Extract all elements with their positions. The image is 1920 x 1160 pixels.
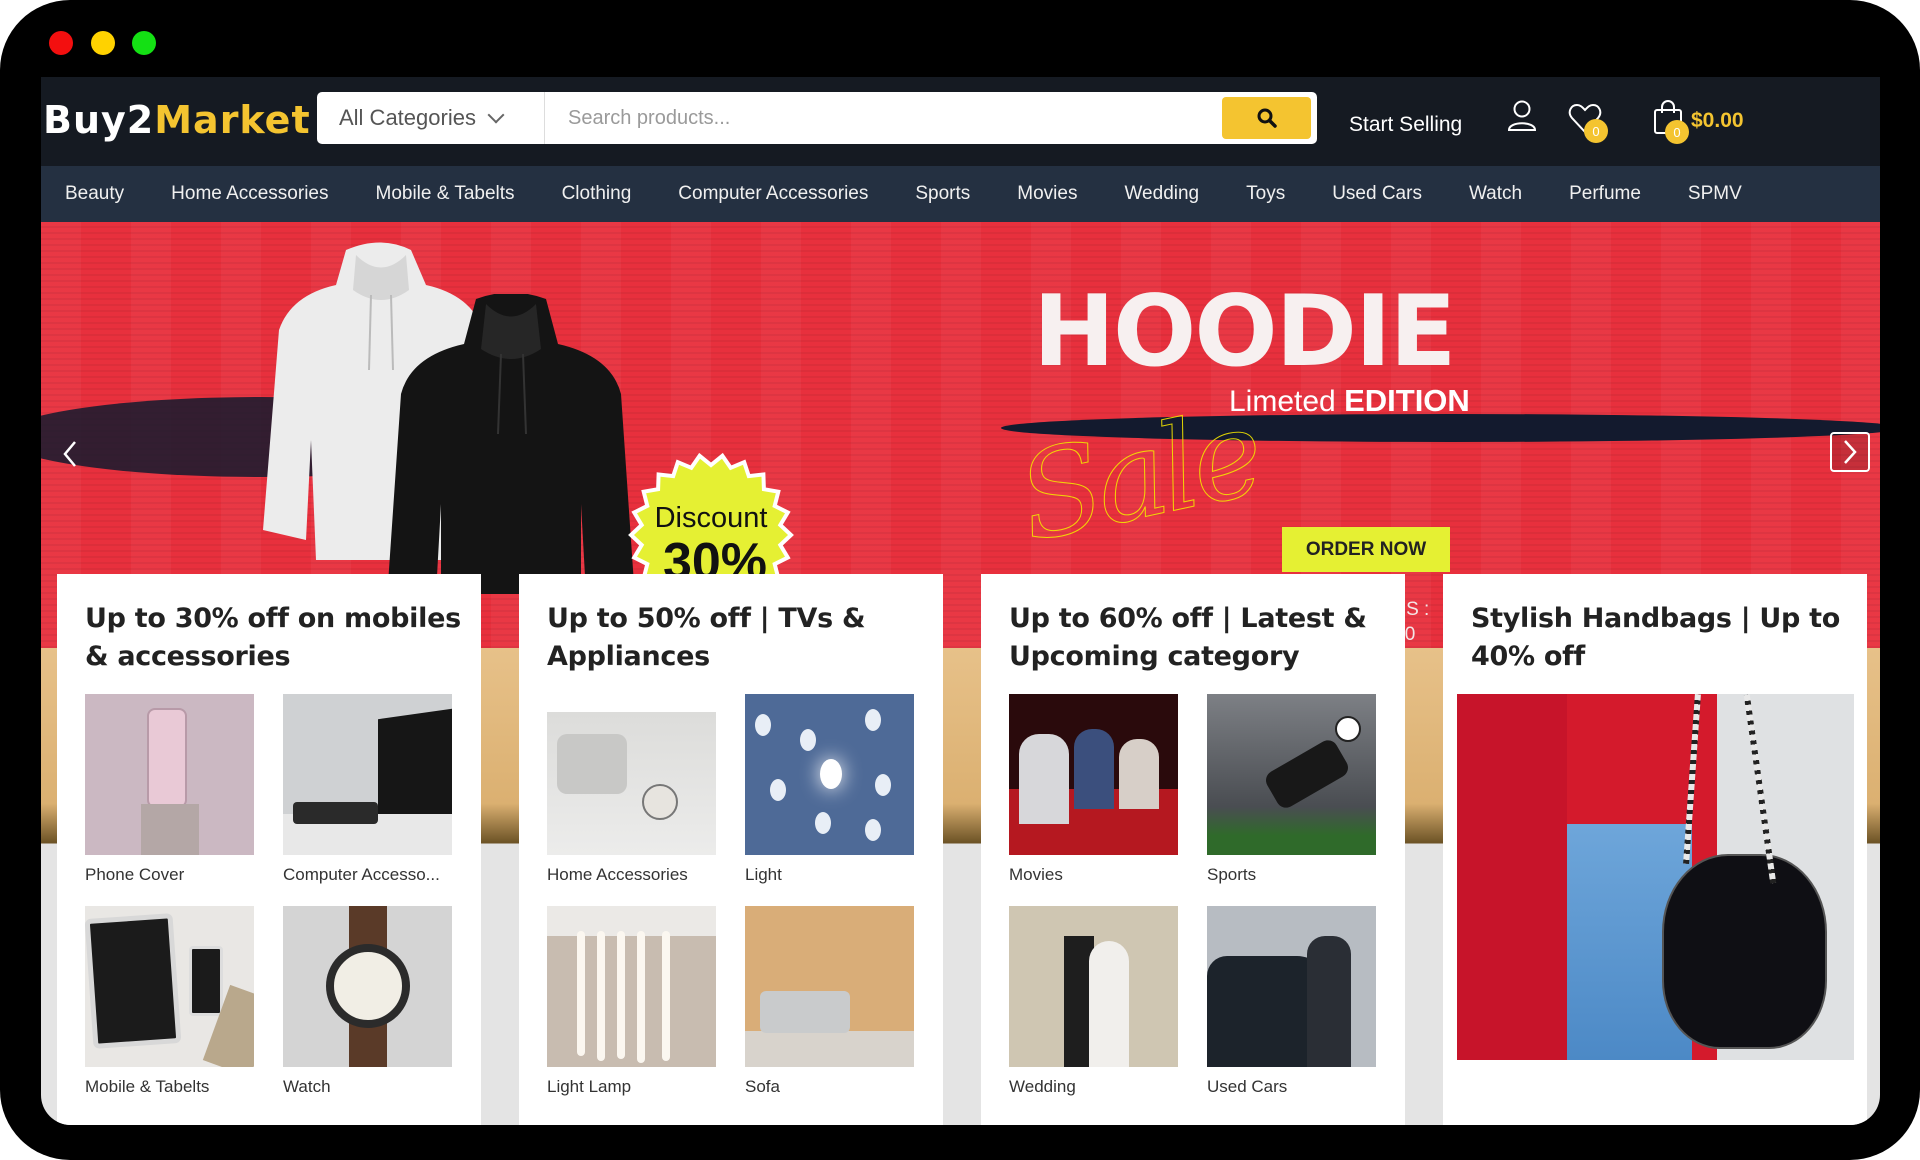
nav-item-spmv[interactable]: SPMV (1688, 183, 1742, 205)
mobile-tablets-image (85, 906, 254, 1067)
tile-label: Phone Cover (85, 865, 185, 884)
wishlist-count-badge: 0 (1584, 119, 1608, 143)
tile-label: Sports (1207, 865, 1257, 884)
nav-item-movies[interactable]: Movies (1017, 183, 1077, 205)
logo-text-accent: Market (154, 98, 311, 142)
card-title: Up to 30% off on mobiles & accessories (85, 603, 461, 672)
start-selling-link[interactable]: Start Selling (1349, 113, 1462, 137)
chevron-left-icon (63, 441, 76, 467)
category-nav: Beauty Home Accessories Mobile & Tabelts… (41, 166, 1880, 222)
movies-image (1009, 694, 1178, 855)
tile-label: Sofa (745, 1077, 780, 1096)
order-now-button[interactable]: ORDER NOW (1282, 527, 1450, 572)
sports-image (1207, 694, 1376, 855)
site-header: Buy2Market All Categories Start Selling … (41, 77, 1880, 166)
category-tile-light[interactable]: Light (745, 694, 914, 885)
handbags-image[interactable] (1457, 694, 1854, 1060)
nav-item-beauty[interactable]: Beauty (65, 183, 124, 205)
tile-label: Used Cars (1207, 1077, 1288, 1096)
banner-subtitle: Limeted EDITION (1229, 383, 1470, 419)
subtitle-bold: EDITION (1344, 383, 1470, 418)
nav-item-home-accessories[interactable]: Home Accessories (171, 183, 328, 205)
search-bar: All Categories (317, 92, 1317, 144)
logo-text-primary: Buy2 (43, 98, 155, 142)
tile-label: Home Accessories (547, 865, 688, 884)
promo-card-mobiles: Up to 30% off on mobiles & accessories P… (57, 574, 481, 1125)
nav-item-mobile-tablets[interactable]: Mobile & Tabelts (376, 183, 515, 205)
nav-item-perfume[interactable]: Perfume (1569, 183, 1641, 205)
used-cars-image (1207, 906, 1376, 1067)
banner-title: HOODIE (1033, 275, 1456, 389)
category-select[interactable]: All Categories (317, 92, 545, 144)
light-lamp-image (547, 906, 716, 1067)
promo-card-latest: Up to 60% off | Latest & Upcoming catego… (981, 574, 1405, 1125)
phone-cover-image (85, 694, 254, 855)
category-tile-light-lamp[interactable]: Light Lamp (547, 906, 716, 1097)
promo-card-handbags: Stylish Handbags | Up to 40% off (1443, 574, 1867, 1125)
site-logo[interactable]: Buy2Market (43, 97, 311, 143)
card-title: Up to 50% off | TVs & Appliances (547, 603, 866, 672)
carousel-next-button[interactable] (1830, 432, 1870, 472)
window-frame: Buy2Market All Categories Start Selling … (0, 0, 1920, 1160)
category-tile-watch[interactable]: Watch (283, 906, 452, 1097)
category-tile-used-cars[interactable]: Used Cars (1207, 906, 1376, 1097)
nav-item-sports[interactable]: Sports (915, 183, 970, 205)
card-title: Stylish Handbags | Up to 40% off (1471, 603, 1841, 672)
wishlist-button[interactable]: 0 (1568, 103, 1608, 143)
light-image (745, 694, 914, 855)
nav-item-toys[interactable]: Toys (1246, 183, 1285, 205)
close-window-button[interactable] (49, 31, 73, 55)
computer-accessories-image (283, 694, 452, 855)
tile-label: Computer Accesso... (283, 865, 440, 884)
browser-viewport: Buy2Market All Categories Start Selling … (41, 77, 1880, 1125)
promo-card-appliances: Up to 50% off | TVs & Appliances Home Ac… (519, 574, 943, 1125)
account-button[interactable] (1506, 99, 1538, 138)
tile-label: Light (745, 865, 782, 884)
category-tile-home-accessories[interactable]: Home Accessories (547, 694, 716, 885)
card-title: Up to 60% off | Latest & Upcoming catego… (1009, 603, 1367, 672)
tile-label: Mobile & Tabelts (85, 1077, 210, 1096)
category-select-value: All Categories (339, 105, 476, 130)
carousel-prev-button[interactable] (55, 434, 85, 474)
category-tile-mobile-tablets[interactable]: Mobile & Tabelts (85, 906, 254, 1097)
black-hoodie-image (388, 294, 634, 594)
nav-item-used-cars[interactable]: Used Cars (1332, 183, 1422, 205)
search-button[interactable] (1222, 97, 1311, 139)
search-input[interactable] (546, 92, 1196, 144)
cart-count-badge: 0 (1665, 120, 1689, 144)
category-tile-movies[interactable]: Movies (1009, 694, 1178, 885)
category-tile-phone-cover[interactable]: Phone Cover (85, 694, 254, 885)
chevron-down-icon (487, 106, 505, 124)
nav-item-computer-accessories[interactable]: Computer Accessories (678, 183, 868, 205)
cart-total: $0.00 (1691, 109, 1744, 132)
category-tile-wedding[interactable]: Wedding (1009, 906, 1178, 1097)
maximize-window-button[interactable] (132, 31, 156, 55)
nav-item-clothing[interactable]: Clothing (562, 183, 632, 205)
watch-image (283, 906, 452, 1067)
wedding-image (1009, 906, 1178, 1067)
category-tile-sports[interactable]: Sports (1207, 694, 1376, 885)
tile-label: Watch (283, 1077, 331, 1096)
chevron-right-icon (1844, 440, 1857, 464)
category-tile-computer-accessories[interactable]: Computer Accesso... (283, 694, 452, 885)
home-accessories-image (547, 694, 716, 855)
tile-label: Wedding (1009, 1077, 1076, 1096)
user-icon (1507, 100, 1537, 131)
tile-label: Light Lamp (547, 1077, 632, 1096)
sofa-image (745, 906, 914, 1067)
nav-item-watch[interactable]: Watch (1469, 183, 1522, 205)
nav-item-wedding[interactable]: Wedding (1124, 183, 1199, 205)
search-icon (1257, 108, 1277, 128)
cart-button[interactable]: 0 (1653, 99, 1689, 144)
tile-label: Movies (1009, 865, 1063, 884)
category-tile-sofa[interactable]: Sofa (745, 906, 914, 1097)
minimize-window-button[interactable] (91, 31, 115, 55)
discount-label: Discount (654, 502, 768, 534)
